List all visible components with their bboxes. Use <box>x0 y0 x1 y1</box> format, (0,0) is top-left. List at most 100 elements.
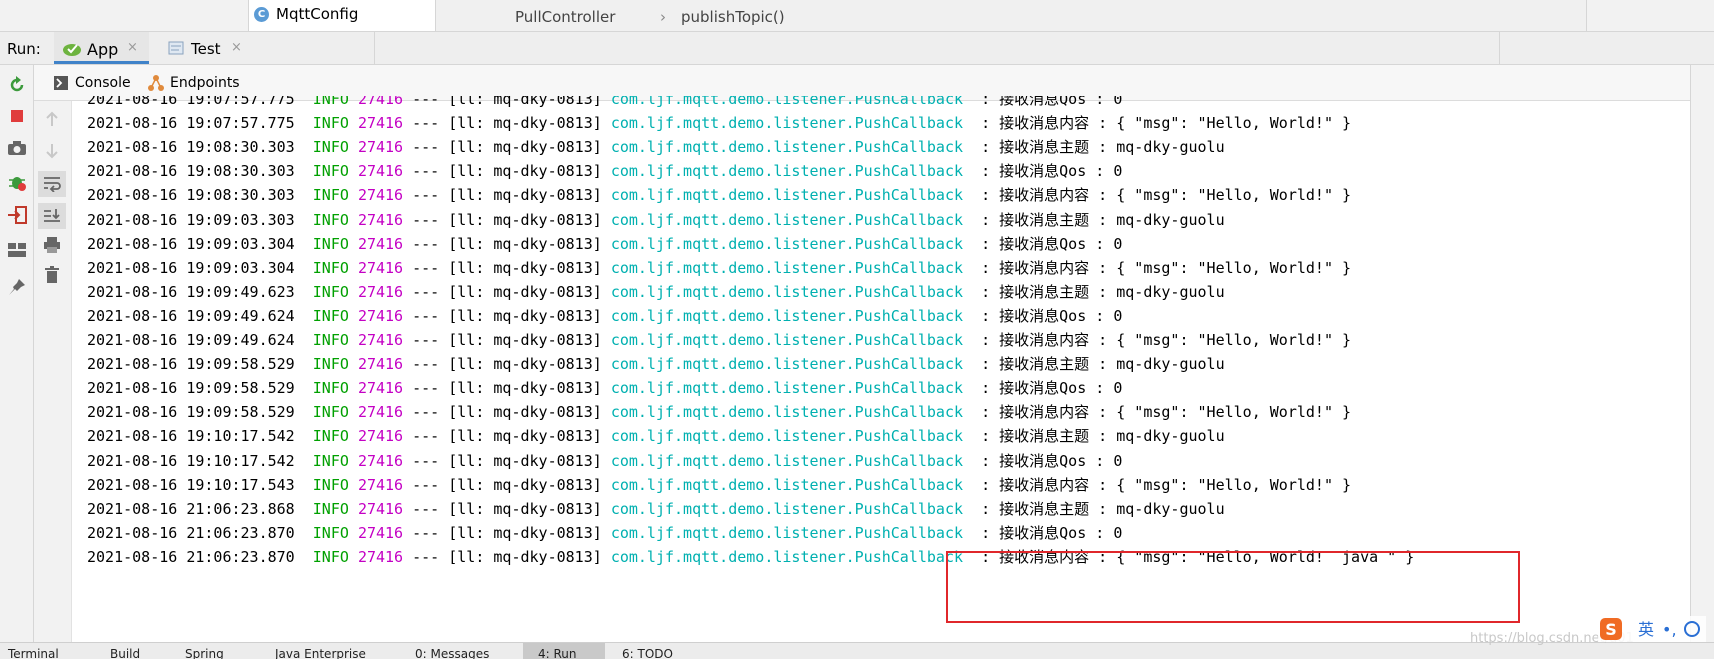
log-timestamp: 2021-08-16 19:09:03.304 <box>87 258 295 277</box>
log-level: INFO <box>312 306 349 325</box>
log-pid: 27416 <box>357 499 404 518</box>
arrow-up-icon[interactable] <box>45 111 59 127</box>
log-level: INFO <box>312 331 349 349</box>
svg-text:S: S <box>1605 620 1617 639</box>
log-level: INFO <box>312 475 349 494</box>
log-separator: --- <box>412 355 440 374</box>
log-logger: com.ljf.mqtt.demo.listener.PushCallback <box>610 547 964 566</box>
log-message: : 接收消息Qos : 0 <box>981 451 1123 470</box>
log-line: 2021-08-16 19:10:17.543 INFO 27416 --- [… <box>87 472 1351 498</box>
log-level: INFO <box>312 427 349 446</box>
log-thread: [ll: mq-dky-0813] <box>448 306 602 325</box>
camera-icon[interactable] <box>7 140 27 156</box>
log-level: INFO <box>312 234 349 253</box>
stop-icon[interactable] <box>9 108 25 124</box>
tool-terminal[interactable]: Terminal <box>8 647 59 659</box>
log-level: INFO <box>312 499 349 518</box>
log-message: : 接收消息Qos : 0 <box>981 234 1123 253</box>
run-tab-test[interactable]: Test × <box>160 32 250 64</box>
log-line: 2021-08-16 19:09:49.624 INFO 27416 --- [… <box>87 327 1351 353</box>
log-message: : 接收消息主题 : mq-dky-guolu <box>981 282 1225 301</box>
log-thread: [ll: mq-dky-0813] <box>448 138 602 157</box>
run-tab-app[interactable]: App × <box>54 32 149 64</box>
log-level: INFO <box>312 258 349 277</box>
close-icon[interactable]: × <box>127 40 138 55</box>
breadcrumb-method[interactable]: publishTopic() <box>681 8 785 26</box>
login-icon[interactable] <box>7 206 27 224</box>
run-tab-label: Test <box>191 40 221 58</box>
log-thread: [ll: mq-dky-0813] <box>448 379 602 398</box>
layout-icon[interactable] <box>7 242 27 258</box>
log-level: INFO <box>312 138 349 157</box>
log-separator: --- <box>412 523 440 542</box>
log-thread: [ll: mq-dky-0813] <box>448 547 602 566</box>
log-thread: [ll: mq-dky-0813] <box>448 499 602 518</box>
log-separator: --- <box>412 186 440 205</box>
log-thread: [ll: mq-dky-0813] <box>448 331 602 349</box>
rerun-icon[interactable] <box>8 76 26 94</box>
tool-todo[interactable]: 6: TODO <box>622 647 673 659</box>
log-line: 2021-08-16 19:07:57.775 INFO 27416 --- [… <box>87 110 1351 136</box>
log-line: 2021-08-16 21:06:23.868 INFO 27416 --- [… <box>87 496 1225 522</box>
tab-console[interactable]: Console <box>75 75 131 91</box>
log-pid: 27416 <box>357 114 404 133</box>
log-pid: 27416 <box>357 258 404 277</box>
log-pid: 27416 <box>357 451 404 470</box>
tool-build[interactable]: Build <box>110 647 140 659</box>
log-logger: com.ljf.mqtt.demo.listener.PushCallback <box>610 210 964 229</box>
log-separator: --- <box>412 451 440 470</box>
log-logger: com.ljf.mqtt.demo.listener.PushCallback <box>610 282 964 301</box>
tool-messages[interactable]: 0: Messages <box>415 647 489 659</box>
console-side-toolbar <box>34 101 72 642</box>
log-message: : 接收消息Qos : 0 <box>981 306 1123 325</box>
log-message: : 接收消息内容 : { "msg": "Hello, World!" } <box>981 403 1352 422</box>
log-timestamp: 2021-08-16 19:09:03.303 <box>87 210 295 229</box>
print-icon[interactable] <box>43 236 61 254</box>
log-thread: [ll: mq-dky-0813] <box>448 114 602 133</box>
log-logger: com.ljf.mqtt.demo.listener.PushCallback <box>610 403 964 422</box>
log-message: : 接收消息主题 : mq-dky-guolu <box>981 355 1225 374</box>
log-timestamp: 2021-08-16 19:09:03.304 <box>87 234 295 253</box>
log-pid: 27416 <box>357 355 404 374</box>
log-line: 2021-08-16 19:09:49.624 INFO 27416 --- [… <box>87 303 1122 329</box>
log-timestamp: 2021-08-16 19:09:58.529 <box>87 379 295 398</box>
breadcrumb: PullController › publishTopic() <box>436 0 1587 31</box>
log-pid: 27416 <box>357 234 404 253</box>
log-message: : 接收消息内容 : { "msg": "Hello, World!" } <box>981 186 1352 205</box>
log-thread: [ll: mq-dky-0813] <box>448 162 602 181</box>
trash-icon[interactable] <box>44 266 60 284</box>
log-thread: [ll: mq-dky-0813] <box>448 186 602 205</box>
pin-icon[interactable] <box>7 277 27 297</box>
editor-tab-mqttconfig[interactable]: C MqttConfig <box>248 0 436 31</box>
log-message: : 接收消息内容 : { "msg": "Hello, World!" } <box>981 114 1352 133</box>
tool-run[interactable]: 4: Run <box>538 647 577 659</box>
log-message: : 接收消息内容 : { "msg": "Hello, World!" } <box>981 475 1352 494</box>
soft-wrap-toggle[interactable] <box>38 171 66 197</box>
log-thread: [ll: mq-dky-0813] <box>448 234 602 253</box>
breadcrumb-controller[interactable]: PullController <box>515 8 615 26</box>
tool-java-enterprise[interactable]: Java Enterprise <box>275 647 366 659</box>
class-icon: C <box>254 7 269 22</box>
divider <box>1499 32 1500 64</box>
log-logger: com.ljf.mqtt.demo.listener.PushCallback <box>610 258 964 277</box>
debug-icon[interactable] <box>7 172 27 192</box>
log-message: : 接收消息主题 : mq-dky-guolu <box>981 138 1225 157</box>
log-pid: 27416 <box>357 306 404 325</box>
spring-app-icon <box>63 44 81 56</box>
ime-punct-icon: •, <box>1662 620 1677 639</box>
log-line: 2021-08-16 19:09:49.623 INFO 27416 --- [… <box>87 279 1225 305</box>
log-thread: [ll: mq-dky-0813] <box>448 475 602 494</box>
scroll-to-end-toggle[interactable] <box>38 203 66 229</box>
log-separator: --- <box>412 475 440 494</box>
arrow-down-icon[interactable] <box>45 143 59 159</box>
tool-spring[interactable]: Spring <box>185 647 224 659</box>
log-message: : 接收消息内容 : { "msg": "Hello, World!" } <box>981 258 1352 277</box>
log-thread: [ll: mq-dky-0813] <box>448 427 602 446</box>
log-thread: [ll: mq-dky-0813] <box>448 282 602 301</box>
ime-toolbar: S 英 •, <box>1598 616 1706 642</box>
tab-endpoints[interactable]: Endpoints <box>170 75 240 91</box>
close-icon[interactable]: × <box>231 40 242 55</box>
log-pid: 27416 <box>357 96 404 108</box>
log-logger: com.ljf.mqtt.demo.listener.PushCallback <box>610 451 964 470</box>
log-message: : 接收消息主题 : mq-dky-guolu <box>981 427 1225 446</box>
